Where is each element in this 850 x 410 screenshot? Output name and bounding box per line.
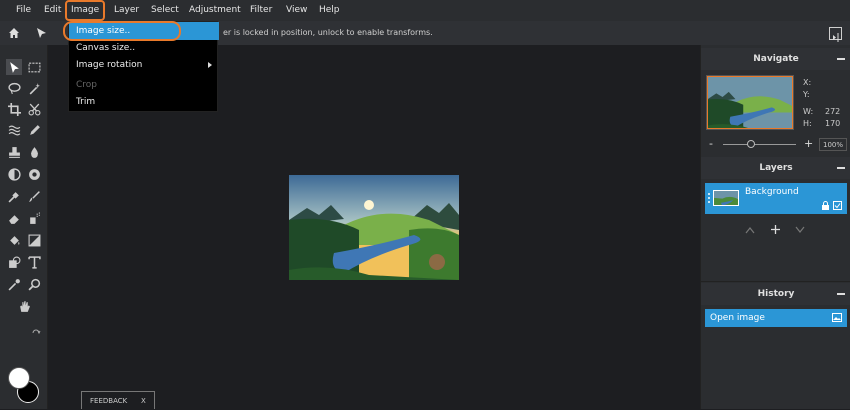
collapse-panel-icon [833,33,839,42]
menu-select[interactable]: Select [151,0,179,21]
spray-tool-icon[interactable] [26,210,42,226]
lock-message: er is locked in position, unlock to enab… [223,28,433,37]
panel-title: Navigate [753,54,799,64]
panel-title: History [757,289,795,299]
crop-tool-icon[interactable] [6,101,22,117]
marquee-tool-icon[interactable] [26,59,42,75]
menu-item-crop: Crop [76,80,98,90]
swap-colors-icon[interactable] [31,328,41,338]
zoom-in-button[interactable]: + [804,137,813,150]
divider [701,281,850,282]
minimize-icon[interactable] [837,293,845,295]
minimize-icon[interactable] [837,167,845,169]
layers-panel-header[interactable]: Layers [701,157,850,179]
history-label: Open image [710,313,765,323]
menu-bar: File Edit Image Layer Select Adjustment … [0,0,850,21]
menu-item-image-size[interactable]: Image size.. [63,21,219,41]
panel-toggle-button[interactable] [829,27,842,42]
history-item[interactable]: Open image [705,309,847,327]
height-value: 170 [825,119,841,128]
stamp-tool-icon[interactable] [6,144,22,160]
navigator-thumbnail[interactable] [706,75,794,130]
menu-image[interactable]: Image [65,0,106,21]
zoom-controls: - + 100% [701,137,850,153]
add-layer-icon[interactable] [770,224,781,235]
move-tool-icon[interactable] [35,27,47,39]
visibility-checkbox-icon[interactable] [833,201,842,210]
history-panel-header[interactable]: History [701,283,850,305]
right-panels: Navigate X: Y: W: 272 H: 170 - + 100% La… [700,45,850,409]
pencil-tool-icon[interactable] [26,122,42,138]
eyedropper-tool-icon[interactable] [6,276,22,292]
menu-item-canvas-size[interactable]: Canvas size.. [69,39,219,57]
menu-edit[interactable]: Edit [44,0,61,21]
viewport-box[interactable] [707,76,793,129]
highlight-ring [63,21,181,41]
layer-thumbnail [713,190,739,206]
tools-panel [0,45,48,409]
liquify-tool-icon[interactable] [6,122,22,138]
menu-filter[interactable]: Filter [250,0,272,21]
color-picker-tool-icon[interactable] [6,188,22,204]
menu-help[interactable]: Help [319,0,340,21]
minimize-icon[interactable] [837,58,845,60]
scissors-tool-icon[interactable] [26,101,42,117]
drag-handle-icon[interactable] [707,192,711,204]
shape-tool-icon[interactable] [6,254,22,270]
width-value: 272 [825,107,841,116]
menu-adjustment[interactable]: Adjustment [189,0,241,21]
layer-row-background[interactable]: Background [705,183,847,214]
image-menu-dropdown: Image size.. Canvas size.. Image rotatio… [63,21,219,112]
navigate-panel-header[interactable]: Navigate [701,48,850,70]
move-layer-up-icon[interactable] [745,226,755,234]
menu-item-label: Image rotation [76,60,143,70]
feedback-tab[interactable]: FEEDBACK X [81,391,155,409]
move-layer-down-icon[interactable] [795,226,805,234]
eraser-tool-icon[interactable] [6,210,22,226]
feedback-label: FEEDBACK [90,397,128,405]
menu-layer[interactable]: Layer [114,0,139,21]
zoom-tool-icon[interactable] [26,276,42,292]
zoom-slider[interactable] [723,144,796,145]
zoom-value-field[interactable]: 100% [819,138,847,151]
pointer-tool-icon[interactable] [6,59,22,75]
hand-tool-icon[interactable] [16,298,32,314]
text-tool-icon[interactable] [26,254,42,270]
layer-name: Background [745,187,799,197]
drop-tool-icon[interactable] [26,144,42,160]
zoom-slider-handle[interactable] [747,140,755,148]
sponge-tool-icon[interactable] [26,166,42,182]
w-label: W: [803,107,814,116]
x-label: X: [803,78,812,87]
canvas-image[interactable] [289,175,459,280]
gradient-tool-icon[interactable] [26,232,42,248]
brush-tool-icon[interactable] [26,188,42,204]
image-icon [832,313,842,322]
close-icon[interactable]: X [141,392,146,410]
h-label: H: [803,119,812,128]
submenu-arrow-icon [208,62,212,68]
bucket-tool-icon[interactable] [6,232,22,248]
lasso-tool-icon[interactable] [6,80,22,96]
magic-wand-tool-icon[interactable] [26,80,42,96]
y-label: Y: [803,90,810,99]
menu-item-image-rotation[interactable]: Image rotation [69,56,219,74]
menu-file[interactable]: File [16,0,31,21]
home-icon[interactable] [8,27,20,39]
lock-icon[interactable] [821,201,830,210]
menu-view[interactable]: View [286,0,307,21]
dodge-tool-icon[interactable] [6,166,22,182]
foreground-color-swatch[interactable] [8,367,30,389]
menu-item-trim[interactable]: Trim [69,93,219,111]
zoom-out-button[interactable]: - [709,137,713,150]
panel-title: Layers [759,163,793,173]
